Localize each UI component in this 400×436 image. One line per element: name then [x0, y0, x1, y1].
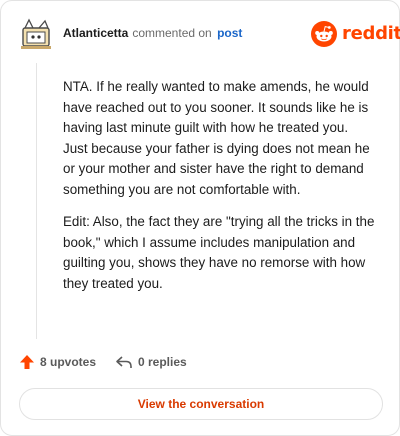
comment-meta: Atlanticetta commented on post [63, 26, 242, 40]
reddit-logo[interactable]: reddit [311, 21, 400, 47]
comment-paragraph: Edit: Also, the fact they are "trying al… [63, 214, 375, 291]
view-conversation-button[interactable]: View the conversation [19, 388, 383, 420]
commented-on-text: commented on [132, 26, 212, 40]
post-link[interactable]: post [217, 26, 242, 40]
comment-actions: 8 upvotes 0 replies [19, 354, 379, 376]
upvote-count: 8 upvotes [40, 355, 97, 369]
avatar[interactable] [19, 17, 53, 51]
comment-embed-card: Atlanticetta commented on post reddit NTA… [0, 0, 400, 436]
upvote-button[interactable]: 8 upvotes [19, 354, 96, 370]
author-name[interactable]: Atlanticetta [63, 26, 128, 40]
comment-paragraph: NTA. If he really wanted to make amends,… [63, 79, 370, 197]
comment-body: NTA. If he really wanted to make amends,… [63, 77, 381, 306]
reply-icon [116, 356, 132, 368]
reddit-logo-icon [311, 21, 337, 47]
upvote-arrow-icon [20, 355, 34, 369]
reddit-wordmark: reddit [342, 23, 400, 44]
thread-line [36, 63, 37, 339]
reply-count: 0 replies [138, 355, 187, 369]
reply-button[interactable]: 0 replies [115, 354, 187, 370]
comment-header: Atlanticetta commented on post reddit [19, 15, 400, 55]
